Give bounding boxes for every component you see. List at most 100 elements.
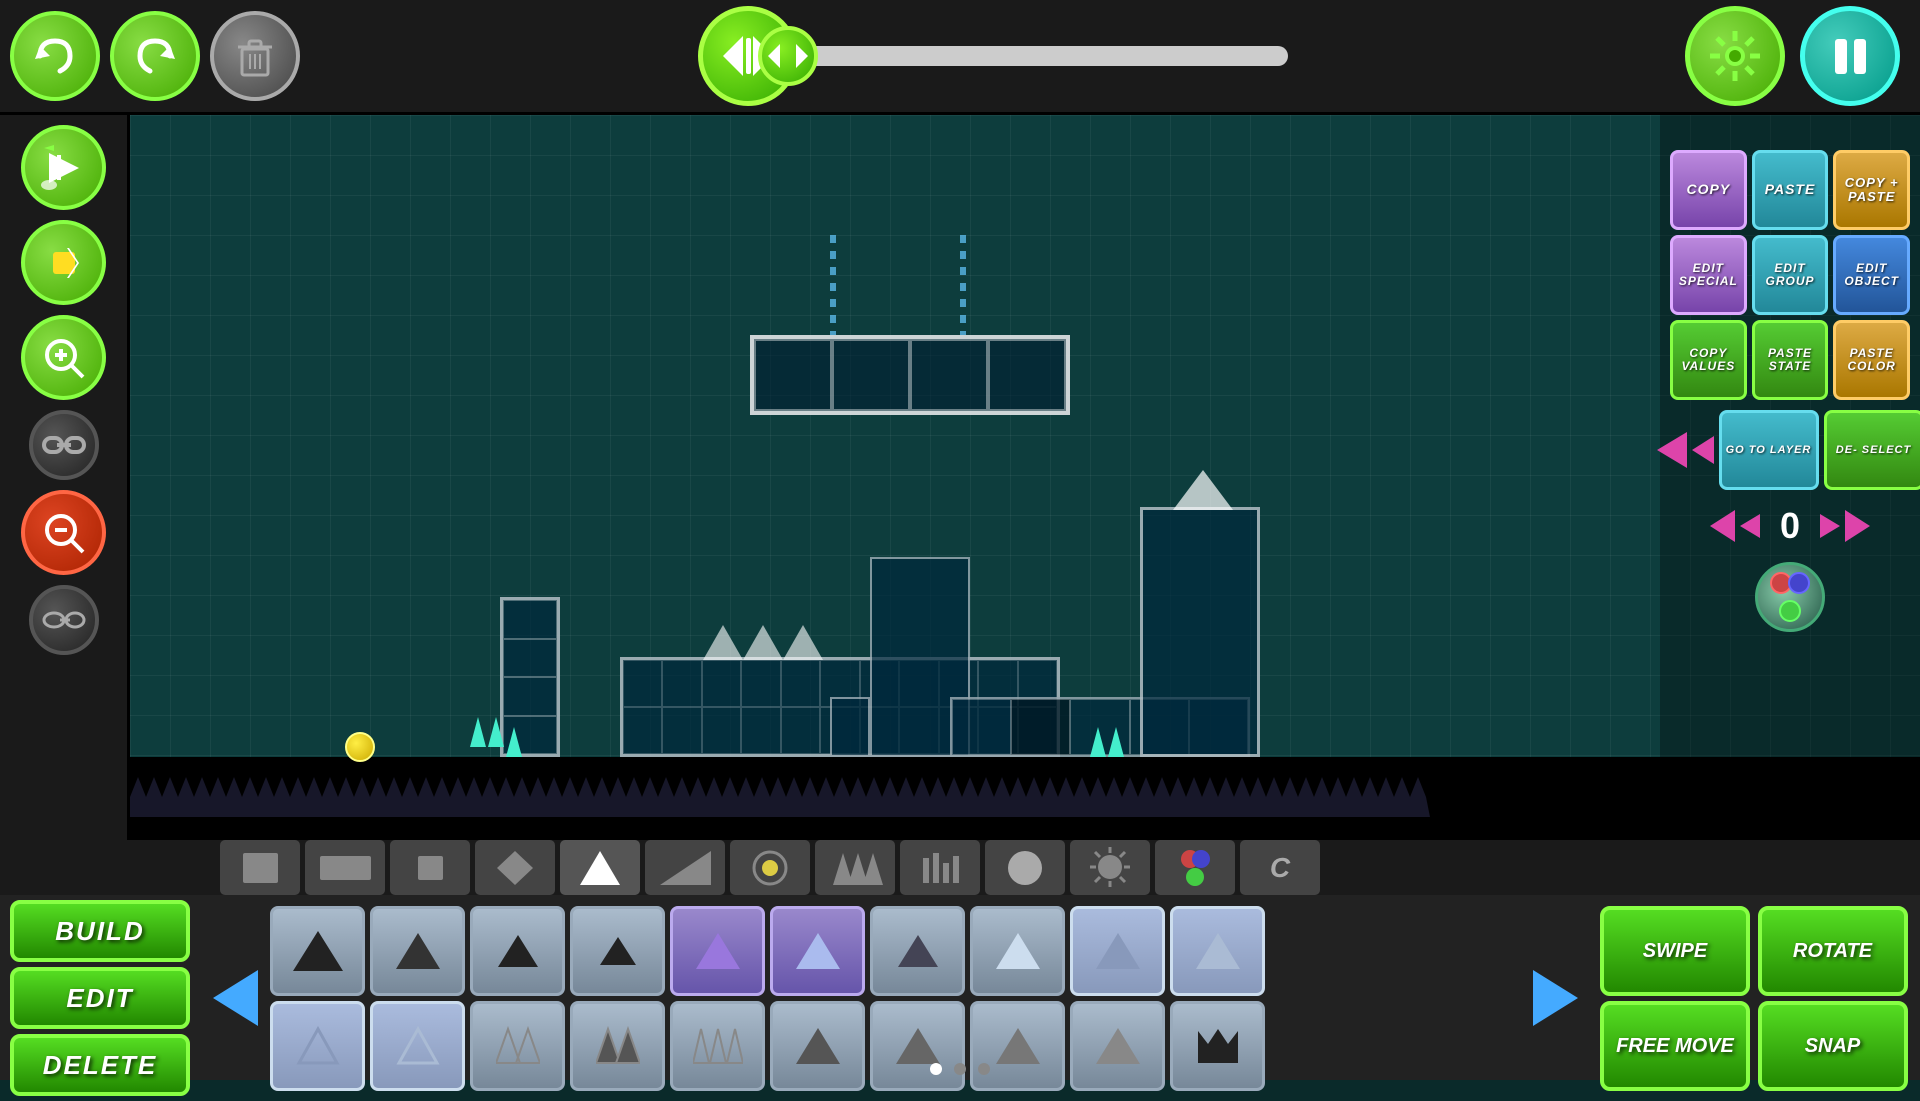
obj-tri-dark[interactable] [970, 1001, 1065, 1091]
swipe-button[interactable]: SWIPE [1600, 906, 1750, 996]
obj-tri-med[interactable] [870, 1001, 965, 1091]
obj-tri-outline-1[interactable] [270, 1001, 365, 1091]
ground [130, 757, 1920, 840]
paste-state-button[interactable]: PASTE STATE [1752, 320, 1829, 400]
paste-button[interactable]: PASTE [1752, 150, 1829, 230]
stop-button[interactable] [21, 220, 106, 305]
obj-tri-crown[interactable] [1170, 1001, 1265, 1091]
tab-burst[interactable] [1070, 840, 1150, 895]
obj-tri-8[interactable] [970, 906, 1065, 996]
yellow-dot [345, 732, 375, 762]
settings-button[interactable] [1685, 6, 1785, 106]
prev-arrow-button[interactable] [205, 908, 265, 1088]
page-dot-3[interactable] [978, 1063, 990, 1075]
obj-tri-2[interactable] [370, 906, 465, 996]
obj-tri-9[interactable] [1070, 906, 1165, 996]
tab-square[interactable] [220, 840, 300, 895]
obj-tri-gray[interactable] [1070, 1001, 1165, 1091]
page-dot-2[interactable] [954, 1063, 966, 1075]
tab-slope[interactable] [645, 840, 725, 895]
rotate-button[interactable]: ROTATE [1758, 906, 1908, 996]
panel-row-3: COPY VALUES PASTE STATE PASTE COLOR [1670, 320, 1910, 400]
right-panel: COPY PASTE COPY + PASTE EDIT SPECIAL EDI… [1660, 115, 1920, 840]
undo-button[interactable] [10, 11, 100, 101]
zoom-in-icon [39, 333, 89, 383]
tab-small[interactable] [390, 840, 470, 895]
obj-tri-outline-2[interactable] [370, 1001, 465, 1091]
tab-colors[interactable] [1155, 840, 1235, 895]
tab-diamond[interactable] [475, 840, 555, 895]
right-action-buttons: SWIPE ROTATE FREE MOVE SNAP [1600, 906, 1910, 1091]
edit-group-button[interactable]: EDIT GROUP [1752, 235, 1829, 315]
tab-square-icon [238, 848, 283, 888]
layer-right2-button[interactable] [1820, 514, 1840, 538]
edit-special-button[interactable]: EDIT SPECIAL [1670, 235, 1747, 315]
tab-bar-icon[interactable] [900, 840, 980, 895]
slider-area [310, 6, 1675, 106]
paste-color-button[interactable]: PASTE COLOR [1833, 320, 1910, 400]
page-dot-1[interactable] [930, 1063, 942, 1075]
obj-double-tri-2[interactable] [570, 1001, 665, 1091]
color-circles-button[interactable] [1755, 562, 1825, 632]
deselect-button[interactable]: DE- SELECT [1824, 410, 1920, 490]
panel-row-1: COPY PASTE COPY + PASTE [1670, 150, 1910, 230]
tab-spikes[interactable] [815, 840, 895, 895]
obj-tri-5[interactable] [670, 906, 765, 996]
tab-bar: C [0, 840, 1920, 895]
left-toolbar [0, 115, 130, 840]
snap-button[interactable]: SNAP [1758, 1001, 1908, 1091]
tri-outline-icon-2 [396, 1026, 440, 1066]
link-button[interactable] [29, 410, 99, 480]
double-tri-icon [496, 1026, 540, 1066]
brush-button[interactable] [29, 585, 99, 655]
zoom-out-button[interactable] [21, 490, 106, 575]
canvas-area[interactable]: COPY PASTE COPY + PASTE EDIT SPECIAL EDI… [130, 115, 1920, 840]
layer-left2-button[interactable] [1740, 514, 1760, 538]
triple-tri-icon [693, 1026, 743, 1066]
build-button[interactable]: BUILD [10, 900, 190, 962]
panel-row-2: EDIT SPECIAL EDIT GROUP EDIT OBJECT [1670, 235, 1910, 315]
obj-tri-10[interactable] [1170, 906, 1265, 996]
top-right [1685, 6, 1900, 106]
obj-tri-6[interactable] [770, 906, 865, 996]
layer-prev2-button[interactable] [1692, 436, 1714, 464]
next-arrow-button[interactable] [1525, 908, 1585, 1088]
zoom-in-button[interactable] [21, 315, 106, 400]
tab-wide[interactable] [305, 840, 385, 895]
speed-slider[interactable] [788, 46, 1288, 66]
copy-button[interactable]: COPY [1670, 150, 1747, 230]
tab-circle2[interactable] [985, 840, 1065, 895]
obj-triple-tri[interactable] [670, 1001, 765, 1091]
copy-paste-button[interactable]: COPY + PASTE [1833, 150, 1910, 230]
obj-double-tri[interactable] [470, 1001, 565, 1091]
obj-tri-3[interactable] [470, 906, 565, 996]
obj-row-2 [270, 1001, 1520, 1091]
obj-tri-4[interactable] [570, 906, 665, 996]
delete-button[interactable]: DELETE [10, 1034, 190, 1096]
redo-button[interactable] [110, 11, 200, 101]
music-button[interactable] [21, 125, 106, 210]
pause-button[interactable] [1800, 6, 1900, 106]
tab-burst-icon [1085, 845, 1135, 890]
edit-object-button[interactable]: EDIT OBJECT [1833, 235, 1910, 315]
layer-right-button[interactable] [1845, 510, 1870, 542]
layer-counter: 0 [1765, 505, 1815, 547]
brush-icon [42, 605, 86, 635]
free-move-button[interactable]: FREE MOVE [1600, 1001, 1750, 1091]
cyan-spikes-right [1090, 727, 1124, 757]
trash-button[interactable] [210, 11, 300, 101]
edit-button[interactable]: EDIT [10, 967, 190, 1029]
obj-tri-1[interactable] [270, 906, 365, 996]
layer-prev-button[interactable] [1657, 432, 1687, 468]
tab-c[interactable]: C [1240, 840, 1320, 895]
go-to-layer-button[interactable]: GO TO LAYER [1719, 410, 1819, 490]
tri-ltpurple-icon [796, 933, 840, 969]
tab-triangle-active[interactable] [560, 840, 640, 895]
tab-circle[interactable] [730, 840, 810, 895]
copy-values-button[interactable]: COPY VALUES [1670, 320, 1747, 400]
obj-row-1 [270, 906, 1520, 996]
layer-left-button[interactable] [1710, 510, 1735, 542]
tri-outline-icon-1 [296, 1026, 340, 1066]
obj-tri-filled[interactable] [770, 1001, 865, 1091]
obj-tri-7[interactable] [870, 906, 965, 996]
